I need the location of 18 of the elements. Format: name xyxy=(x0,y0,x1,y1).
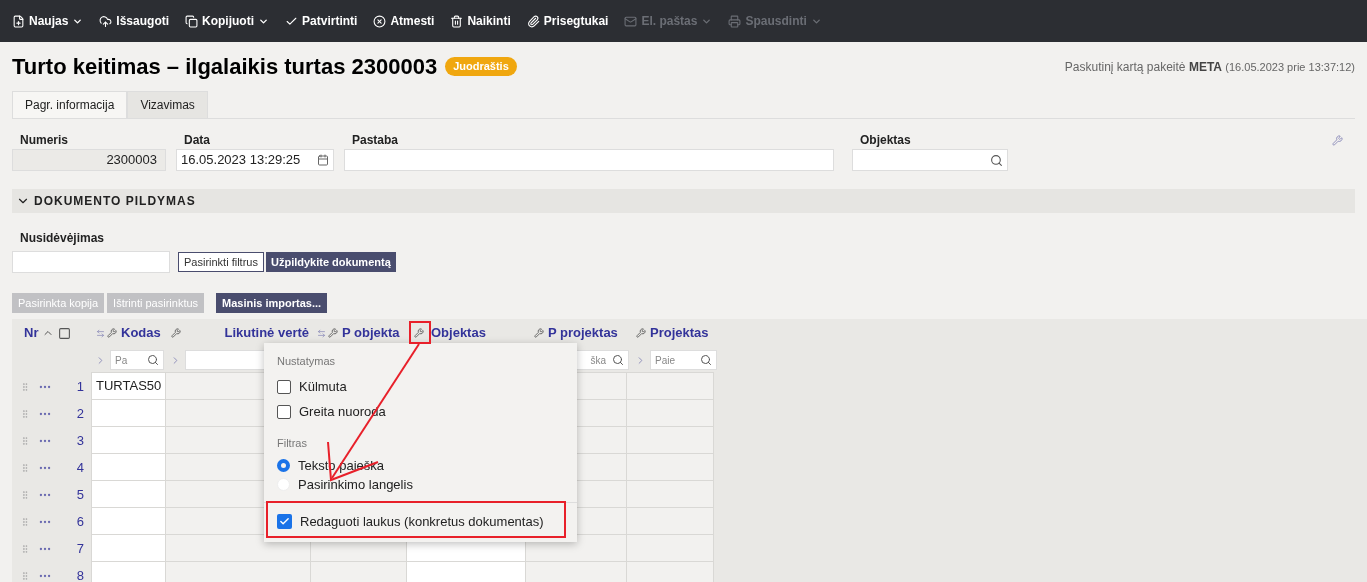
row-number: 8 xyxy=(76,566,85,582)
popup-section-title: Nustatymas xyxy=(277,355,336,367)
row-number: 7 xyxy=(76,539,85,558)
field-label: Numeris xyxy=(19,132,70,149)
last-modified-text: Paskutinį kartą pakeitė META (16.05.2023 prie 13:37:12) xyxy=(1064,58,1355,76)
row-number: 6 xyxy=(76,512,85,531)
popup-section-title: Filtras xyxy=(277,436,307,449)
field-label: Nusidėvėjimas xyxy=(19,230,106,247)
row-number: 2 xyxy=(76,404,85,423)
status-badge: Juodraštis xyxy=(445,57,517,76)
page-title: Turto keitimas – ilgalaikis turtas 2300003 xyxy=(12,53,438,81)
row-number: 3 xyxy=(76,431,85,450)
field-label: Data xyxy=(183,132,211,149)
row-number: 5 xyxy=(76,485,85,504)
row-number: 1 xyxy=(76,377,85,396)
field-label: Pastaba xyxy=(351,132,400,149)
row-number: 4 xyxy=(76,458,85,477)
field-label: Objektas xyxy=(859,132,912,149)
